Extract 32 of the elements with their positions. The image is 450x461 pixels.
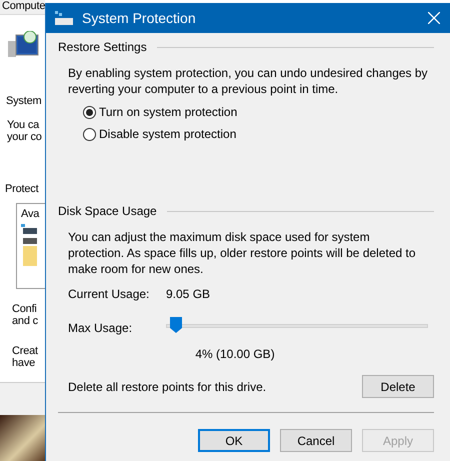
drive-icon — [21, 224, 37, 234]
radio-option[interactable]: Disable system protection — [83, 127, 434, 141]
radio-option[interactable]: Turn on system protection — [83, 105, 434, 119]
usage-reading: 4% (10.00 GB) — [194, 347, 276, 361]
slider-thumb[interactable] — [170, 317, 182, 333]
description-line: and c — [12, 315, 38, 327]
radio-button[interactable] — [83, 106, 96, 118]
group-heading: Restore Settings — [58, 40, 147, 54]
drive-folder-icon — [21, 238, 37, 266]
description-line: have — [12, 357, 36, 369]
description-line: your co — [7, 131, 42, 143]
column-header: Ava — [21, 208, 40, 220]
description-line: Creat — [12, 345, 38, 357]
field-label: Max Usage: — [68, 321, 134, 335]
description-line: You ca — [7, 119, 40, 131]
drive-icon — [54, 11, 74, 25]
group-heading: Disk Space Usage — [58, 204, 157, 218]
field-label: Current Usage: — [68, 287, 150, 301]
description-line: Confi — [12, 303, 37, 315]
window-title: System Protection — [82, 10, 197, 26]
close-icon[interactable] — [428, 12, 440, 24]
photo-placeholder — [0, 415, 45, 461]
description-text: You can adjust the maximum disk space used for system protection. As space fills up, older restore points will be deleted to make room for new ones. — [68, 229, 417, 277]
radio-button[interactable] — [83, 128, 96, 140]
section-label: Protect — [5, 183, 38, 195]
delete-button[interactable]: Delete — [362, 375, 434, 398]
description-text: Delete all restore points for this drive. — [68, 380, 266, 394]
dialog-button[interactable]: Cancel — [280, 429, 352, 452]
section-heading: System — [6, 95, 42, 107]
dialog-button[interactable]: OK — [198, 429, 270, 452]
description-text: By enabling system protection, you can undo undesired changes by reverting your computer to a previous point in time. — [68, 65, 428, 97]
usage-value: 9.05 GB — [166, 287, 210, 301]
